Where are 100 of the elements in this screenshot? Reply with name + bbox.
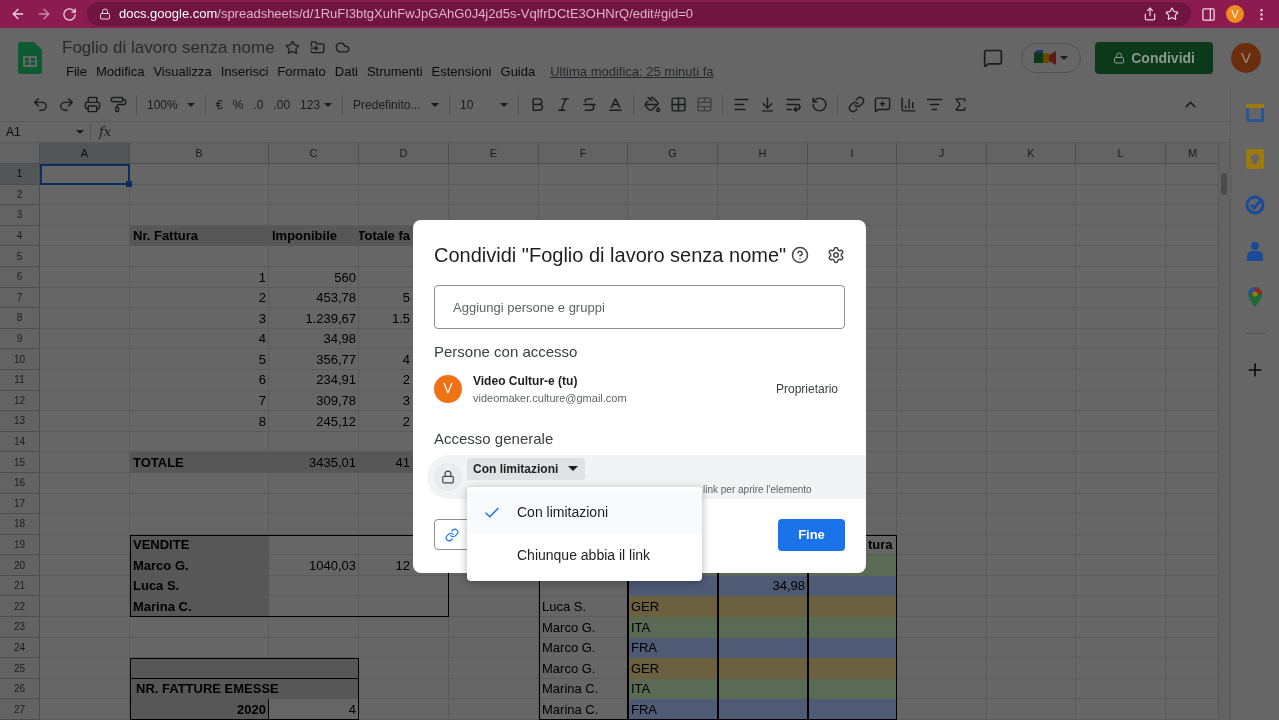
column-header[interactable]: F (539, 143, 628, 164)
table-cell: Imponibile (269, 225, 359, 247)
row-header[interactable]: 23 (0, 617, 40, 638)
row-header[interactable]: 17 (0, 493, 40, 515)
help-icon[interactable] (791, 246, 809, 264)
row-header[interactable]: 1 (0, 164, 40, 185)
row-header[interactable]: 7 (0, 287, 40, 309)
selected-cell[interactable] (40, 164, 130, 185)
done-button[interactable]: Fine (778, 518, 845, 551)
calendar-icon[interactable] (1245, 103, 1265, 123)
table-cell-text: 12 (394, 556, 411, 575)
cloud-icon[interactable] (334, 39, 350, 55)
video-camera-icon (1034, 50, 1057, 66)
percent-button[interactable]: % (228, 92, 248, 117)
column-header[interactable]: C (269, 143, 359, 164)
settings-icon[interactable] (827, 246, 845, 264)
row-header[interactable]: 11 (0, 369, 40, 391)
column-header[interactable]: L (1076, 143, 1166, 164)
font-size-dropdown[interactable]: 10 (456, 92, 513, 117)
column-header[interactable]: H (718, 143, 808, 164)
reload-icon[interactable] (62, 6, 77, 22)
column-header[interactable]: D (359, 143, 449, 164)
table-cell-text: 1040,03 (308, 556, 357, 575)
row-header[interactable]: 5 (0, 246, 40, 267)
menu-item[interactable]: Inserisci (216, 62, 273, 82)
profile-avatar[interactable]: V (1226, 5, 1244, 23)
forward-icon[interactable] (36, 6, 52, 22)
table-cell-text: 453,78 (315, 289, 357, 308)
menu-item[interactable]: Formato (273, 62, 330, 82)
menu-item[interactable]: File (62, 62, 91, 82)
font-dropdown[interactable]: Predefinito... (349, 92, 444, 117)
row-header[interactable]: 12 (0, 390, 40, 412)
star-icon[interactable] (284, 39, 300, 55)
share-button[interactable]: Condividi (1095, 42, 1213, 74)
row-header[interactable]: 4 (0, 225, 40, 247)
row-header[interactable]: 25 (0, 658, 40, 679)
document-title[interactable]: Foglio di lavoro senza nome (62, 34, 275, 60)
table-cell-text: 4 (347, 701, 357, 719)
table-cell-text: Marco G. (541, 618, 597, 637)
menu-item[interactable]: Dati (330, 62, 362, 82)
menu-item[interactable]: Guida (496, 62, 540, 82)
back-icon[interactable] (10, 6, 26, 22)
row-header[interactable]: 22 (0, 596, 40, 618)
add-people-field[interactable]: Aggiungi persone e gruppi (434, 285, 845, 329)
row-header[interactable]: 6 (0, 266, 40, 288)
row-header[interactable]: 21 (0, 575, 40, 597)
tasks-check-icon[interactable] (1245, 195, 1265, 215)
row-header[interactable]: 10 (0, 349, 40, 370)
side-panel-icon[interactable] (1201, 6, 1216, 22)
access-option[interactable]: Con limitazioni (467, 491, 702, 534)
table-cell-text: 3 (257, 309, 267, 328)
column-header[interactable]: G (628, 143, 718, 164)
currency-button[interactable]: € (212, 92, 227, 117)
last-edit-link[interactable]: Ultima modifica: 25 minuti fa (550, 62, 714, 82)
table-cell-text: 1.239,67 (304, 309, 357, 328)
vertical-scrollbar[interactable] (1218, 143, 1230, 720)
row-header[interactable]: 8 (0, 308, 40, 329)
menu-item[interactable]: Modifica (91, 62, 149, 82)
increase-decimals-button[interactable]: .00 (269, 92, 295, 117)
access-option[interactable]: Chiunque abbia il link (467, 534, 702, 577)
column-header[interactable]: K (987, 143, 1076, 164)
menu-item[interactable]: Visualizza (149, 62, 216, 82)
column-header[interactable]: A (40, 143, 130, 164)
table-cell: Marco G. (130, 555, 269, 576)
map-pin-icon[interactable] (1248, 287, 1262, 307)
person-name: Video Cultur-e (tu) (473, 372, 579, 390)
decrease-decimals-button[interactable]: .0 (249, 92, 268, 117)
zoom-dropdown[interactable]: 100% (143, 92, 199, 117)
row-header[interactable]: 9 (0, 328, 40, 350)
row-header[interactable]: 3 (0, 205, 40, 226)
address-bar[interactable]: docs.google.com/spreadsheets/d/1RuFI3btgXuhFwJpGAhG0J4j2d5s-VqlfrDCtE3OHNrQ/edit#gid=0 (87, 2, 1191, 26)
row-header[interactable]: 19 (0, 534, 40, 556)
row-header[interactable]: 13 (0, 411, 40, 432)
access-dropdown[interactable]: Con limitazioni (467, 457, 585, 480)
row-header[interactable]: 20 (0, 555, 40, 576)
column-header[interactable]: B (130, 143, 269, 164)
account-avatar[interactable]: V (1231, 43, 1261, 73)
column-header[interactable]: E (449, 143, 539, 164)
row-header[interactable]: 27 (0, 699, 40, 720)
share-icon[interactable] (1143, 7, 1157, 21)
menu-item[interactable]: Estensioni (427, 62, 496, 82)
column-header[interactable]: J (897, 143, 987, 164)
move-folder-icon[interactable] (309, 39, 325, 55)
comment-icon[interactable] (983, 48, 1004, 68)
row-header[interactable]: 14 (0, 431, 40, 453)
row-header[interactable]: 26 (0, 678, 40, 700)
row-header[interactable]: 2 (0, 184, 40, 206)
name-box[interactable]: A1 (0, 123, 90, 141)
bookmark-star-icon[interactable] (1165, 7, 1179, 21)
person-avatar: V (434, 374, 462, 403)
number-format-dropdown[interactable]: 123 (296, 92, 337, 117)
table-cell-text: 234,91 (315, 371, 357, 390)
row-header[interactable]: 15 (0, 452, 40, 473)
menu-item[interactable]: Strumenti (362, 62, 427, 82)
table-cell-text: 5 (401, 289, 411, 308)
row-header[interactable]: 16 (0, 472, 40, 494)
table-cell: 3435,01 (269, 452, 359, 473)
row-header[interactable]: 24 (0, 637, 40, 659)
table-cell-text: 7 (257, 392, 267, 411)
row-header[interactable]: 18 (0, 514, 40, 535)
